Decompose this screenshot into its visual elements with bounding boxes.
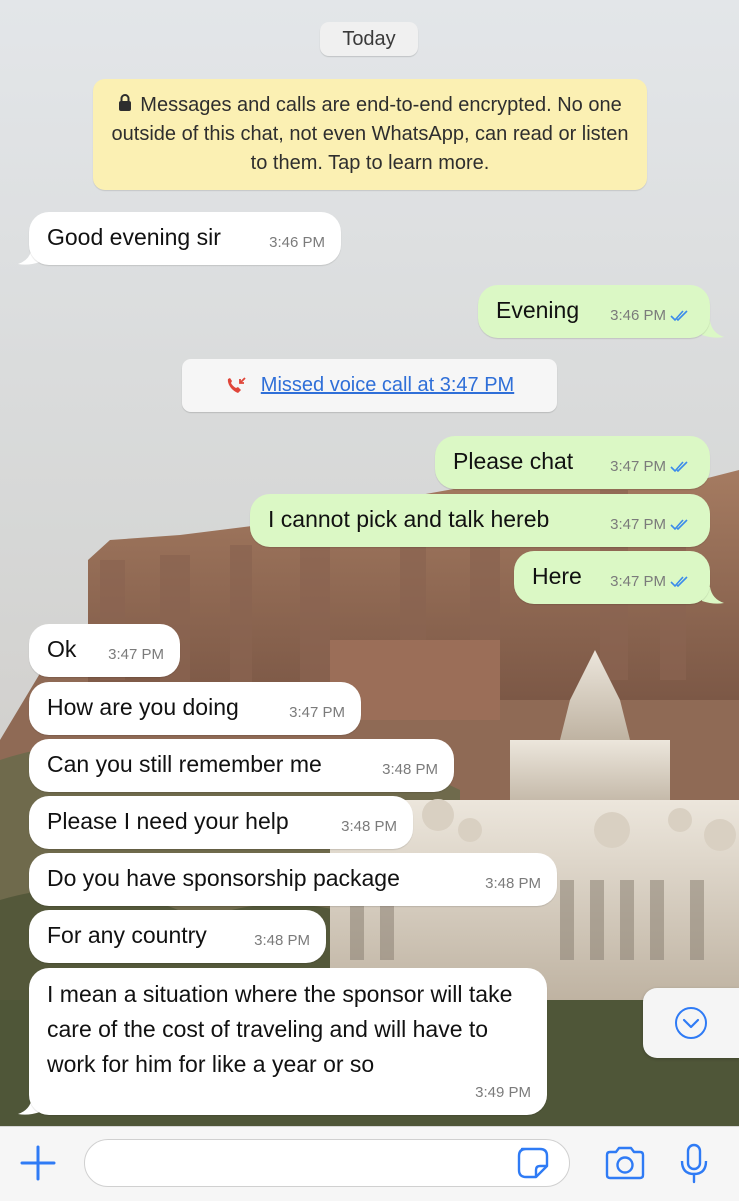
encryption-notice[interactable]: Messages and calls are end-to-end encryp… — [93, 79, 647, 190]
message-text: Can you still remember me — [47, 751, 322, 777]
message-time: 3:47 PM — [108, 646, 164, 663]
message-time: 3:47 PM — [610, 573, 666, 590]
message-text: Evening — [496, 297, 580, 323]
message-time: 3:48 PM — [485, 875, 541, 892]
message-bubble-incoming[interactable]: Can you still remember me 3:48 PM — [29, 739, 454, 792]
missed-call-label[interactable]: Missed voice call at 3:47 PM — [261, 374, 514, 397]
message-text: For any country — [47, 922, 207, 948]
message-time: 3:48 PM — [254, 932, 310, 949]
message-text: Good evening sir — [47, 224, 221, 250]
message-bubble-incoming[interactable]: Ok 3:47 PM — [29, 624, 180, 677]
mic-icon[interactable] — [679, 1143, 709, 1185]
read-ticks-icon — [670, 519, 688, 531]
message-time: 3:46 PM — [269, 234, 325, 251]
message-bubble-incoming[interactable]: Do you have sponsorship package 3:48 PM — [29, 853, 557, 906]
message-bubble-incoming[interactable]: Please I need your help 3:48 PM — [29, 796, 413, 849]
read-ticks-icon — [670, 461, 688, 473]
message-time: 3:47 PM — [610, 516, 666, 533]
read-ticks-icon — [670, 310, 688, 322]
missed-call-icon — [227, 376, 246, 393]
message-text: Here — [532, 563, 582, 589]
read-ticks-icon — [670, 576, 688, 588]
camera-icon[interactable] — [604, 1146, 646, 1180]
message-time: 3:48 PM — [341, 818, 397, 835]
message-bubble-outgoing[interactable]: I cannot pick and talk hereb 3:47 PM — [250, 494, 710, 547]
message-input-field[interactable] — [84, 1139, 570, 1187]
missed-call-notice[interactable]: Missed voice call at 3:47 PM — [182, 359, 557, 412]
message-time: 3:47 PM — [610, 458, 666, 475]
lock-icon — [118, 91, 132, 120]
encryption-notice-text: Messages and calls are end-to-end encryp… — [111, 94, 629, 175]
message-bubble-outgoing[interactable]: Here 3:47 PM — [514, 551, 710, 604]
plus-icon[interactable] — [20, 1145, 56, 1181]
message-bubble-incoming[interactable]: How are you doing 3:47 PM — [29, 682, 361, 735]
message-bubble-incoming[interactable]: I mean a situation where the sponsor wil… — [29, 968, 547, 1115]
message-text: Ok — [47, 636, 77, 662]
message-time: 3:48 PM — [382, 761, 438, 778]
message-bubble-outgoing[interactable]: Please chat 3:47 PM — [435, 436, 710, 489]
message-text: Please chat — [453, 448, 574, 474]
date-separator: Today — [320, 22, 418, 56]
sticker-icon[interactable] — [516, 1146, 550, 1180]
chat-area[interactable]: Today Messages and calls are end-to-end … — [0, 0, 739, 1126]
message-time: 3:47 PM — [289, 704, 345, 721]
message-input[interactable] — [103, 1140, 507, 1186]
message-input-bar — [0, 1126, 739, 1201]
scroll-down-icon — [675, 1007, 707, 1039]
message-bubble-incoming[interactable]: Good evening sir 3:46 PM — [29, 212, 341, 265]
scroll-to-bottom-button[interactable] — [643, 988, 739, 1058]
message-text: Do you have sponsorship package — [47, 865, 400, 891]
message-text: Please I need your help — [47, 808, 289, 834]
message-text: I cannot pick and talk hereb — [268, 506, 550, 532]
message-text: I mean a situation where the sponsor wil… — [47, 981, 513, 1077]
message-time: 3:46 PM — [610, 307, 666, 324]
message-bubble-incoming[interactable]: For any country 3:48 PM — [29, 910, 326, 963]
message-time: 3:49 PM — [475, 1084, 531, 1101]
message-text: How are you doing — [47, 694, 239, 720]
message-bubble-outgoing[interactable]: Evening 3:46 PM — [478, 285, 710, 338]
